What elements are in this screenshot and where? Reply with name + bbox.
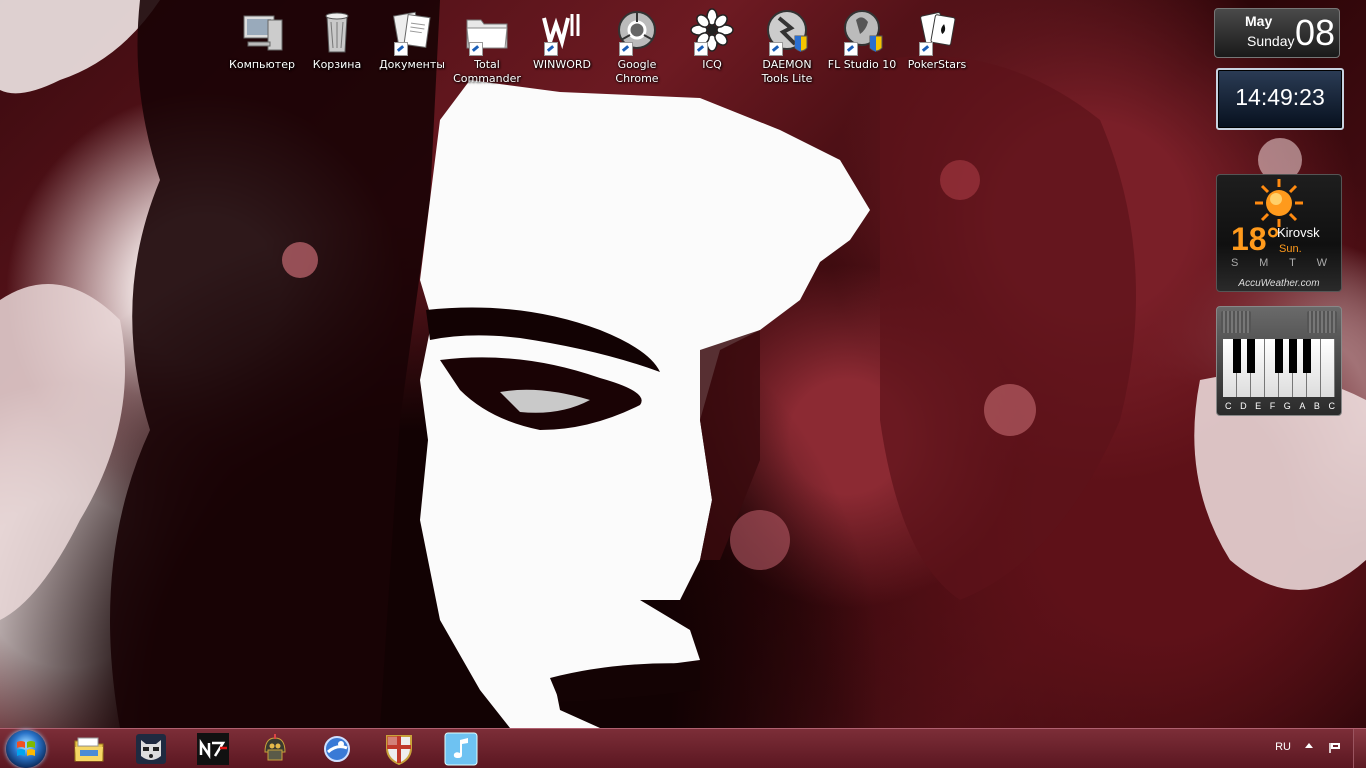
search-globe-icon bbox=[324, 736, 350, 762]
weekday-label: T bbox=[1289, 257, 1296, 269]
shortcut-arrow-icon bbox=[694, 42, 708, 56]
calendar-month: May bbox=[1245, 13, 1273, 29]
note-label: F bbox=[1269, 401, 1276, 411]
note-label: D bbox=[1240, 401, 1247, 411]
calendar-day: 08 bbox=[1294, 12, 1335, 53]
piano-key-black[interactable] bbox=[1247, 339, 1255, 373]
weather-gadget[interactable]: 18° Kirovsk Sun. S M T W AccuWeather.com bbox=[1216, 174, 1342, 292]
wallpaper-face-artwork bbox=[0, 0, 1366, 728]
taskbar-explorer-button[interactable] bbox=[72, 732, 106, 766]
raccoon-app-icon bbox=[136, 734, 166, 764]
desktop-icon-winword[interactable]: WINWORD bbox=[524, 6, 600, 72]
desktop-wallpaper[interactable] bbox=[0, 0, 1366, 728]
daemon-tools-icon bbox=[763, 8, 811, 56]
desktop-icon-label: Корзина bbox=[312, 58, 362, 71]
desktop-icon-pokerstars[interactable]: PokerStars bbox=[899, 6, 975, 72]
note-label: C bbox=[1225, 401, 1232, 411]
icq-icon bbox=[688, 8, 736, 56]
weather-day: Sun. bbox=[1279, 243, 1302, 255]
fl-studio-icon bbox=[838, 8, 886, 56]
weather-city: Kirovsk bbox=[1277, 225, 1320, 240]
calendar-gadget[interactable]: May Sunday 08 bbox=[1214, 8, 1340, 58]
clock-gadget[interactable]: 14:49:23 bbox=[1216, 68, 1344, 130]
desktop-icon-label: Документы bbox=[379, 58, 445, 71]
total-commander-icon bbox=[463, 8, 511, 56]
piano-key-white[interactable] bbox=[1321, 339, 1335, 397]
shortcut-arrow-icon bbox=[469, 42, 483, 56]
piano-gadget[interactable]: C D E F G A B C bbox=[1216, 306, 1342, 416]
weekday-label: W bbox=[1316, 257, 1327, 269]
weekday-label: M bbox=[1259, 257, 1269, 269]
shortcut-arrow-icon bbox=[844, 42, 858, 56]
note-label: A bbox=[1299, 401, 1306, 411]
note-label: B bbox=[1313, 401, 1320, 411]
music-note-app-icon bbox=[444, 732, 478, 766]
piano-key-black[interactable] bbox=[1303, 339, 1311, 373]
shortcut-arrow-icon bbox=[769, 42, 783, 56]
desktop-icon-total-commander[interactable]: Total Commander bbox=[449, 6, 525, 86]
computer-icon bbox=[238, 8, 286, 56]
taskbar-music-app-button[interactable] bbox=[444, 732, 478, 766]
desktop-icon-label: Total Commander bbox=[453, 58, 521, 85]
chrome-icon bbox=[613, 8, 661, 56]
n7-mass-effect-icon bbox=[197, 733, 229, 765]
desktop-icon-icq[interactable]: ICQ bbox=[674, 6, 750, 72]
documents-icon bbox=[388, 8, 436, 56]
desktop-icon-label: ICQ bbox=[702, 58, 722, 71]
start-button[interactable] bbox=[6, 730, 46, 768]
shortcut-arrow-icon bbox=[394, 42, 408, 56]
shield-cross-icon bbox=[386, 735, 412, 766]
weather-temperature: 18° bbox=[1231, 221, 1280, 257]
file-explorer-icon bbox=[74, 737, 104, 762]
desktop-icon-documents[interactable]: Документы bbox=[374, 6, 450, 72]
speaker-grill bbox=[1307, 311, 1337, 333]
show-desktop-button[interactable] bbox=[1353, 729, 1366, 768]
desktop-icon-fl-studio[interactable]: FL Studio 10 bbox=[824, 6, 900, 72]
windows-logo-icon bbox=[17, 741, 35, 756]
desktop-icon-recycle-bin[interactable]: Корзина bbox=[299, 6, 375, 72]
winword-icon bbox=[538, 8, 586, 56]
weather-brand: AccuWeather.com bbox=[1238, 278, 1320, 289]
piano-key-black[interactable] bbox=[1275, 339, 1283, 373]
shortcut-arrow-icon bbox=[619, 42, 633, 56]
piano-keyboard[interactable] bbox=[1223, 339, 1335, 397]
shortcut-arrow-icon bbox=[544, 42, 558, 56]
calendar-weekday: Sunday bbox=[1247, 33, 1295, 49]
weekday-label: S bbox=[1231, 257, 1239, 269]
fallout-helmet-icon bbox=[264, 734, 286, 761]
action-center-flag-icon[interactable] bbox=[1328, 742, 1342, 754]
recycle-bin-icon bbox=[313, 8, 361, 56]
note-label: C bbox=[1328, 401, 1336, 411]
taskbar-n7-button[interactable] bbox=[196, 732, 230, 766]
speaker-grill bbox=[1221, 311, 1251, 333]
desktop-icon-google-chrome[interactable]: Google Chrome bbox=[599, 6, 675, 86]
pokerstars-icon bbox=[913, 8, 961, 56]
taskbar-shield-button[interactable] bbox=[382, 732, 416, 766]
note-label: E bbox=[1255, 401, 1262, 411]
piano-key-black[interactable] bbox=[1233, 339, 1241, 373]
desktop-icon-label: Google Chrome bbox=[615, 58, 659, 85]
desktop-icon-label: FL Studio 10 bbox=[827, 58, 897, 71]
weather-weekdays: S M T W bbox=[1231, 257, 1327, 269]
show-hidden-icons-button[interactable] bbox=[1305, 743, 1313, 748]
desktop-icon-label: PokerStars bbox=[907, 58, 967, 71]
note-label: G bbox=[1283, 401, 1291, 411]
taskbar-search-globe-button[interactable] bbox=[320, 732, 354, 766]
taskbar-raccoon-app-button[interactable] bbox=[134, 732, 168, 766]
piano-key-black[interactable] bbox=[1289, 339, 1297, 373]
clock-time: 14:49:23 bbox=[1235, 84, 1325, 110]
desktop-icon-daemon-tools[interactable]: DAEMON Tools Lite bbox=[749, 6, 825, 86]
desktop-icon-label: WINWORD bbox=[533, 58, 591, 71]
piano-note-labels: C D E F G A B C bbox=[1225, 401, 1335, 411]
taskbar-fallout-button[interactable] bbox=[258, 732, 292, 766]
shortcut-arrow-icon bbox=[919, 42, 933, 56]
desktop-icon-computer[interactable]: Компьютер bbox=[224, 6, 300, 72]
desktop-icon-label: Компьютер bbox=[229, 58, 295, 71]
desktop-icon-label: DAEMON Tools Lite bbox=[761, 58, 813, 85]
taskbar: RU bbox=[0, 728, 1366, 768]
language-indicator[interactable]: RU bbox=[1275, 741, 1291, 753]
